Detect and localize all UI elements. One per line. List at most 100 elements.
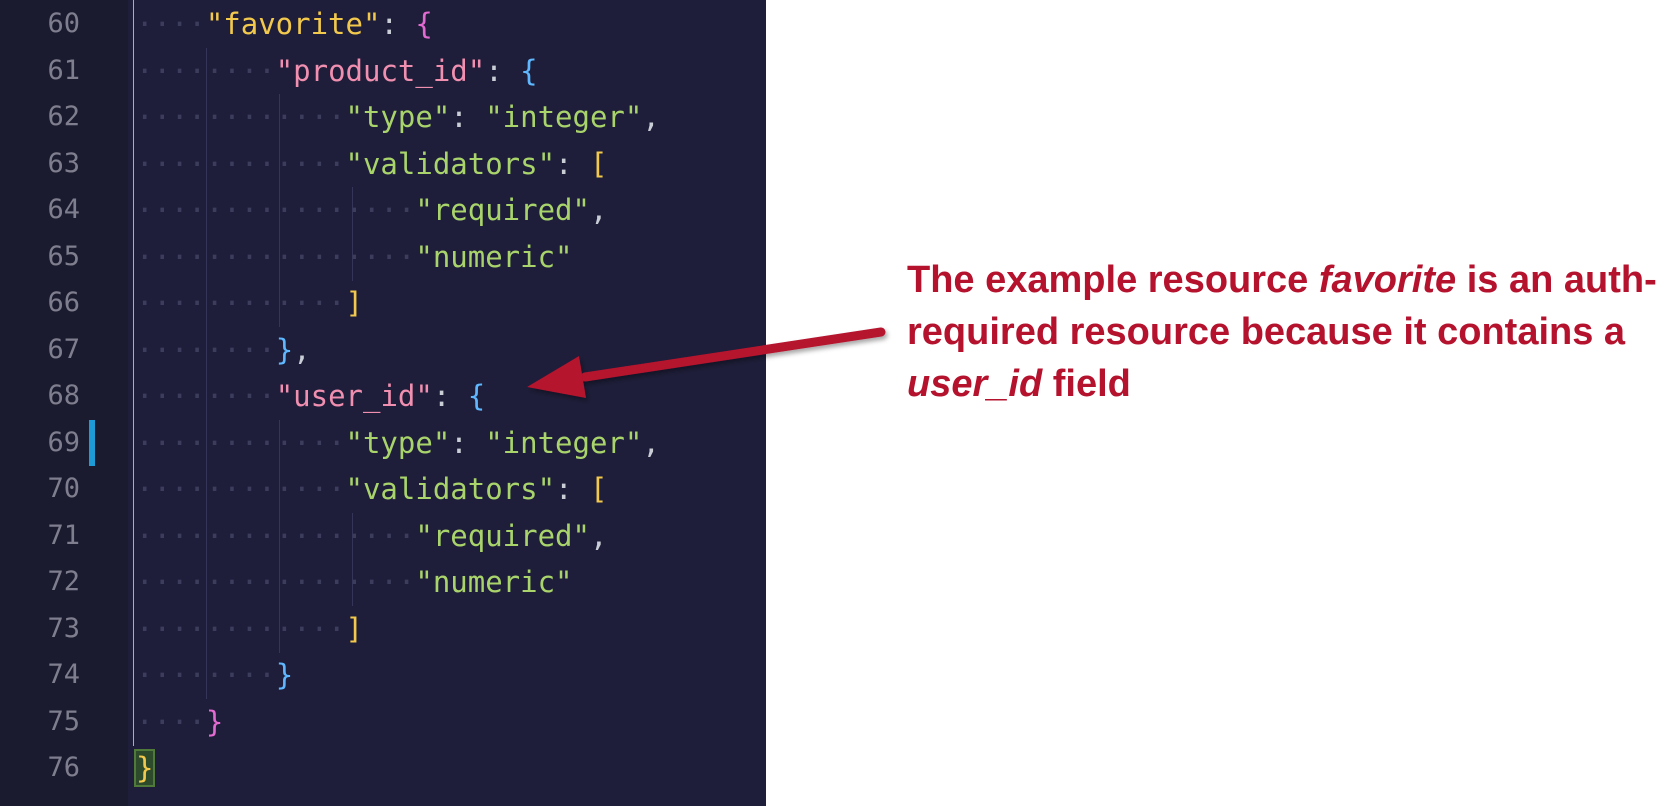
whitespace-dots: ················ (136, 239, 416, 274)
code-line[interactable]: 67 ········}, (0, 326, 766, 374)
code-token: , (589, 518, 608, 553)
code-text: ········"product_id": { (136, 48, 538, 94)
code-token: } (275, 658, 294, 692)
code-line[interactable]: 64 ················"required", (0, 187, 766, 234)
code-token: "validators" (345, 472, 556, 506)
code-token: [ (589, 472, 608, 506)
code-token: { (520, 53, 538, 88)
code-token: : (450, 100, 486, 134)
line-number: 68 (47, 380, 80, 411)
code-token: ] (345, 611, 363, 646)
code-token: { (415, 7, 433, 41)
line-number: 76 (47, 752, 80, 783)
code-text: ················"numeric" (136, 559, 573, 605)
code-line[interactable]: 72 ················"numeric" (0, 559, 766, 606)
line-number: 71 (47, 519, 80, 551)
annotation-callout: The example resource favorite is an auth… (907, 254, 1667, 410)
code-token: "integer" (485, 100, 643, 134)
code-editor[interactable]: 60 ····"favorite": {61 ········"product_id… (0, 0, 766, 806)
code-text: ········}, (136, 327, 311, 373)
code-line[interactable]: 76} (0, 745, 766, 791)
line-number: 67 (47, 333, 80, 365)
annotation-text-3: field (1042, 363, 1131, 405)
code-token: : (485, 53, 521, 88)
code-token: , (589, 193, 608, 227)
line-number: 63 (47, 147, 80, 179)
code-text: ········} (136, 652, 293, 698)
whitespace-dots: ················ (136, 193, 416, 227)
code-token: "integer" (485, 425, 643, 460)
line-number: 64 (47, 194, 80, 225)
line-number: 70 (47, 473, 80, 504)
line-number: 72 (47, 566, 80, 597)
code-line[interactable]: 70 ············"validators": [ (0, 466, 766, 513)
whitespace-dots: ········ (136, 658, 276, 692)
line-number: 61 (47, 54, 80, 86)
line-number: 74 (47, 659, 80, 690)
code-line[interactable]: 62 ············"type": "integer", (0, 94, 766, 141)
line-number: 66 (47, 287, 80, 318)
code-token: , (293, 332, 311, 367)
code-token: "user_id" (275, 379, 433, 413)
code-line[interactable]: 71 ················"required", (0, 512, 766, 560)
code-text: ········"user_id": { (136, 373, 485, 419)
code-line[interactable]: 75 ····} (0, 699, 766, 745)
code-line[interactable]: 65 ················"numeric" (0, 233, 766, 281)
whitespace-dots: ············ (136, 472, 346, 506)
whitespace-dots: ················ (136, 565, 416, 599)
whitespace-dots: ············ (136, 425, 346, 460)
code-line[interactable]: 74 ········} (0, 652, 766, 699)
whitespace-dots: ···· (136, 704, 206, 739)
code-token: "numeric" (415, 565, 573, 599)
code-token: "type" (345, 425, 451, 460)
annotation-emphasis-user-id: user_id (907, 363, 1043, 405)
whitespace-dots: ············ (136, 611, 346, 646)
code-token: : (555, 472, 590, 506)
code-text: ····"favorite": { (136, 1, 433, 47)
code-token: : (450, 425, 486, 460)
code-token: , (642, 100, 660, 134)
line-number: 73 (47, 612, 80, 644)
code-line[interactable]: 68 ········"user_id": { (0, 373, 766, 420)
code-token: } (133, 749, 156, 787)
code-text: ············"validators": [ (136, 466, 607, 512)
modified-line-marker (89, 419, 95, 466)
annotation-text-1: The example resource (907, 259, 1319, 301)
line-number: 60 (47, 8, 80, 39)
code-text: ············"type": "integer", (136, 420, 660, 466)
code-token: } (275, 332, 294, 367)
code-token: : (432, 379, 468, 413)
code-text: ············] (136, 280, 363, 326)
annotation-emphasis-favorite: favorite (1318, 259, 1457, 301)
line-number: 69 (47, 426, 80, 458)
code-token: "numeric" (415, 239, 573, 274)
whitespace-dots: ············ (136, 100, 346, 134)
code-token: ] (345, 286, 363, 320)
code-line[interactable]: 73 ············] (0, 605, 766, 653)
code-text: ················"required", (136, 513, 607, 559)
code-line[interactable]: 60 ····"favorite": { (0, 1, 766, 47)
code-token: : (380, 7, 416, 41)
code-line[interactable]: 63 ············"validators": [ (0, 140, 766, 188)
code-token: : (555, 146, 590, 181)
code-text: ····} (136, 699, 223, 745)
code-token: [ (589, 146, 608, 181)
code-line[interactable]: 69 ············"type": "integer", (0, 419, 766, 467)
code-line[interactable]: 61 ········"product_id": { (0, 47, 766, 95)
whitespace-dots: ············ (136, 146, 346, 181)
whitespace-dots: ···· (136, 7, 206, 41)
code-token: "type" (345, 100, 451, 134)
code-text: } (133, 745, 156, 791)
whitespace-dots: ········ (136, 379, 276, 413)
code-text: ················"numeric" (136, 234, 573, 280)
code-token: "favorite" (205, 7, 381, 41)
line-number: 62 (47, 101, 80, 132)
line-number: 75 (47, 705, 80, 737)
whitespace-dots: ················ (136, 518, 416, 553)
code-line[interactable]: 66 ············] (0, 280, 766, 327)
code-token: "required" (415, 193, 590, 227)
code-token: } (205, 704, 224, 739)
code-text: ············] (136, 606, 363, 652)
code-text: ············"type": "integer", (136, 94, 660, 140)
code-token: , (642, 425, 660, 460)
